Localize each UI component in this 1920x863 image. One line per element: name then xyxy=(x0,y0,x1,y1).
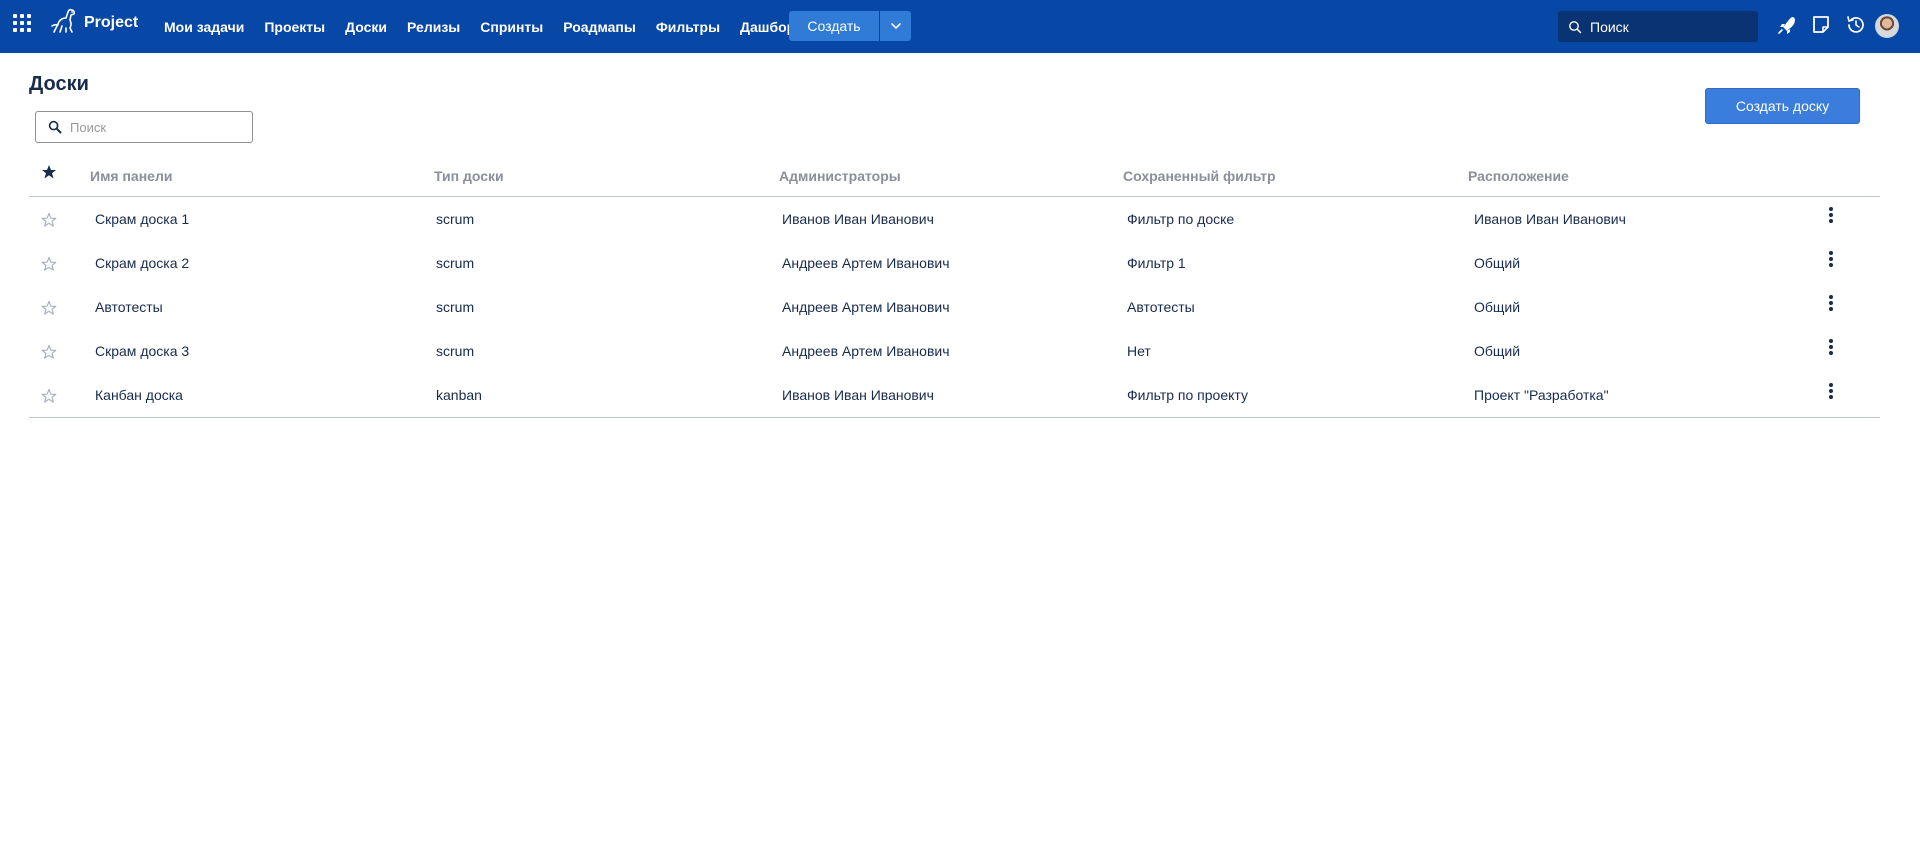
star-outline-icon[interactable] xyxy=(41,300,57,316)
board-name-link[interactable]: Скрам доска 1 xyxy=(95,211,189,227)
nav-item-projects[interactable]: Проекты xyxy=(254,19,335,35)
board-filter[interactable]: Фильтр по доске xyxy=(1127,211,1234,227)
board-type: scrum xyxy=(436,211,475,227)
boards-search-input[interactable] xyxy=(70,119,240,135)
more-vertical-icon[interactable] xyxy=(1824,251,1838,269)
board-name-link[interactable]: Канбан доска xyxy=(95,387,183,403)
create-board-button[interactable]: Создать доску xyxy=(1705,88,1860,124)
create-button-group: Создать xyxy=(789,11,911,41)
more-vertical-icon[interactable] xyxy=(1824,383,1838,401)
nav-item-sprints[interactable]: Спринты xyxy=(470,19,553,35)
star-filled-icon[interactable] xyxy=(41,164,57,180)
board-location[interactable]: Проект "Разработка" xyxy=(1474,387,1609,403)
board-name-link[interactable]: Автотесты xyxy=(95,299,163,315)
nav-item-roadmaps[interactable]: Роадмапы xyxy=(553,19,646,35)
board-location[interactable]: Иванов Иван Иванович xyxy=(1474,211,1626,227)
board-admins[interactable]: Иванов Иван Иванович xyxy=(782,387,934,403)
global-search[interactable]: Поиск xyxy=(1558,11,1758,42)
main-nav: Мои задачи Проекты Доски Релизы Спринты … xyxy=(154,0,814,53)
rocket-icon[interactable] xyxy=(1776,14,1798,36)
board-admins[interactable]: Иванов Иван Иванович xyxy=(782,211,934,227)
board-name-link[interactable]: Скрам доска 3 xyxy=(95,343,189,359)
board-filter[interactable]: Фильтр 1 xyxy=(1127,255,1186,271)
search-icon xyxy=(48,120,62,134)
search-icon xyxy=(1569,20,1582,33)
table-row: Автотесты scrum Андреев Артем Иванович А… xyxy=(29,285,1880,329)
page-title: Доски xyxy=(29,73,89,95)
chevron-down-icon xyxy=(890,23,901,29)
notes-icon[interactable] xyxy=(1810,14,1832,36)
board-filter[interactable]: Автотесты xyxy=(1127,299,1195,315)
star-outline-icon[interactable] xyxy=(41,212,57,228)
board-location: Общий xyxy=(1474,299,1521,315)
brand-name[interactable]: Project xyxy=(84,14,138,32)
star-outline-icon[interactable] xyxy=(41,344,57,360)
table-body: Скрам доска 1 scrum Иванов Иван Иванович… xyxy=(29,197,1880,418)
table-row: Канбан доска kanban Иванов Иван Иванович… xyxy=(29,373,1880,417)
board-filter[interactable]: Фильтр по проекту xyxy=(1127,387,1248,403)
table-header: Имя панели Тип доски Администраторы Сохр… xyxy=(29,160,1880,197)
create-dropdown-button[interactable] xyxy=(879,11,911,41)
star-outline-icon[interactable] xyxy=(41,256,57,272)
column-header-type[interactable]: Тип доски xyxy=(434,168,504,184)
board-admins[interactable]: Андреев Артем Иванович xyxy=(782,299,950,315)
nav-item-releases[interactable]: Релизы xyxy=(397,19,470,35)
nav-item-my-tasks[interactable]: Мои задачи xyxy=(154,19,254,35)
nav-item-boards[interactable]: Доски xyxy=(335,19,397,35)
board-location: Общий xyxy=(1474,343,1521,359)
more-vertical-icon[interactable] xyxy=(1824,295,1838,313)
nav-item-filters[interactable]: Фильтры xyxy=(646,19,730,35)
column-header-location[interactable]: Расположение xyxy=(1468,168,1569,184)
board-type: scrum xyxy=(436,255,475,271)
global-search-placeholder: Поиск xyxy=(1590,18,1629,35)
user-avatar[interactable] xyxy=(1875,14,1899,38)
boards-search[interactable] xyxy=(35,111,253,143)
table-row: Скрам доска 3 scrum Андреев Артем Иванов… xyxy=(29,329,1880,373)
more-vertical-icon[interactable] xyxy=(1824,207,1838,225)
more-vertical-icon[interactable] xyxy=(1824,339,1838,357)
column-header-name[interactable]: Имя панели xyxy=(90,168,172,184)
apps-grid-icon[interactable] xyxy=(13,14,33,34)
board-admins[interactable]: Андреев Артем Иванович xyxy=(782,255,950,271)
create-button[interactable]: Создать xyxy=(789,11,879,41)
board-type: kanban xyxy=(436,387,482,403)
top-navigation-bar: Project Мои задачи Проекты Доски Релизы … xyxy=(0,0,1920,53)
board-type: scrum xyxy=(436,299,475,315)
column-header-admins[interactable]: Администраторы xyxy=(779,168,901,184)
boards-table: Имя панели Тип доски Администраторы Сохр… xyxy=(29,160,1880,418)
board-location: Общий xyxy=(1474,255,1521,271)
star-outline-icon[interactable] xyxy=(41,388,57,404)
board-type: scrum xyxy=(436,343,475,359)
board-name-link[interactable]: Скрам доска 2 xyxy=(95,255,189,271)
dino-logo-icon[interactable] xyxy=(50,6,80,36)
history-icon[interactable] xyxy=(1845,14,1867,36)
board-admins[interactable]: Андреев Артем Иванович xyxy=(782,343,950,359)
board-filter: Нет xyxy=(1127,343,1151,359)
table-row: Скрам доска 2 scrum Андреев Артем Иванов… xyxy=(29,241,1880,285)
column-header-filter[interactable]: Сохраненный фильтр xyxy=(1123,168,1276,184)
table-row: Скрам доска 1 scrum Иванов Иван Иванович… xyxy=(29,197,1880,241)
